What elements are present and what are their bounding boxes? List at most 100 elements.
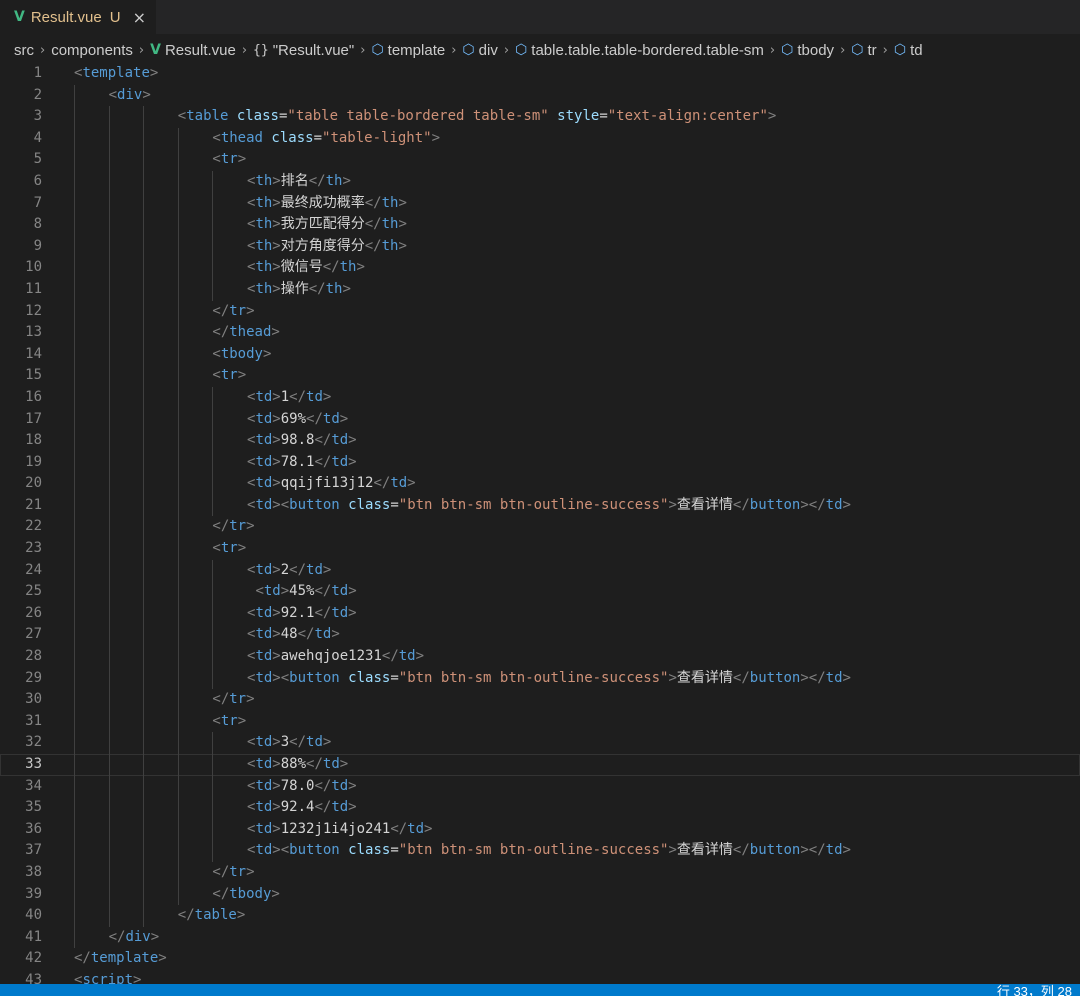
indent-guide — [143, 818, 145, 841]
indent-guide — [177, 689, 179, 711]
code-line[interactable]: 8 <th>我方匹配得分</th> — [0, 214, 1080, 236]
indent-guide — [212, 494, 214, 517]
code-line[interactable]: 32 <td>3</td> — [0, 732, 1080, 754]
line-number: 9 — [33, 237, 42, 254]
code-token-tag: th — [339, 259, 357, 276]
code-line[interactable]: 10 <th>微信号</th> — [0, 257, 1080, 279]
breadcrumb-item-module[interactable]: {} "Result.vue" — [253, 42, 354, 59]
close-icon[interactable]: × — [133, 8, 146, 27]
code-line[interactable]: 11 <th>操作</th> — [0, 278, 1080, 301]
breadcrumb-item-template[interactable]: ⬡ template — [371, 42, 445, 59]
line-number: 13 — [25, 324, 42, 341]
indent-guide — [143, 300, 145, 323]
code-token-punc: > — [150, 928, 160, 945]
breadcrumb-item-components[interactable]: components — [51, 42, 133, 59]
line-number: 4 — [33, 129, 42, 146]
code-line[interactable]: 7 <th>最终成功概率</th> — [0, 192, 1080, 215]
code-line[interactable]: 41 </div> — [0, 926, 1080, 949]
code-token-tag: template — [82, 65, 150, 81]
code-line[interactable]: 19 <td>78.1</td> — [0, 451, 1080, 474]
code-line[interactable]: 6 <th>排名</th> — [0, 170, 1080, 193]
code-line[interactable]: 16 <td>1</td> — [0, 386, 1080, 409]
code-token-tag: tr — [220, 712, 238, 729]
code-line[interactable]: 15 <tr> — [0, 365, 1080, 387]
code-token-tag: td — [255, 648, 273, 665]
code-line[interactable]: 4 <thead class="table-light"> — [0, 127, 1080, 150]
breadcrumb-item-file[interactable]: V Result.vue — [150, 42, 236, 59]
code-text: <tr> — [212, 538, 246, 560]
status-bar: 行 33，列 28 — [0, 984, 1080, 996]
indent-guide — [143, 538, 145, 560]
code-line[interactable]: 31 <tr> — [0, 710, 1080, 733]
indent-guide — [108, 127, 110, 150]
code-token-tag: td — [306, 734, 323, 751]
breadcrumb-item-div[interactable]: ⬡ div — [462, 42, 497, 59]
code-line[interactable]: 38 </tr> — [0, 861, 1080, 884]
cube-icon: ⬡ — [851, 42, 864, 58]
code-line[interactable]: 37 <td><button class="btn btn-sm btn-outl… — [0, 840, 1080, 862]
breadcrumb-item-tr[interactable]: ⬡ tr — [851, 42, 876, 59]
code-line[interactable]: 42 </template> — [0, 948, 1080, 970]
code-line[interactable]: 33 <td>88%</td> — [0, 754, 1080, 776]
code-token-tag: td — [255, 777, 273, 794]
code-line[interactable]: 30 </tr> — [0, 689, 1080, 711]
breadcrumb-item-td[interactable]: ⬡ td — [894, 42, 923, 59]
code-token-punc: > — [272, 216, 281, 233]
code-line[interactable]: 39 </tbody> — [0, 883, 1080, 906]
code-token-punc: > — [842, 842, 851, 859]
code-line[interactable]: 9 <th>对方角度得分</th> — [0, 235, 1080, 258]
breadcrumb-item-table[interactable]: ⬡ table.table.table-bordered.table-sm — [515, 42, 764, 59]
code-token-tag: th — [255, 259, 273, 276]
code-line[interactable]: 14 <tbody> — [0, 343, 1080, 366]
code-text: </tbody> — [212, 884, 279, 906]
code-line[interactable]: 25 <td>45%</td> — [0, 581, 1080, 603]
breadcrumb-item-src[interactable]: src — [14, 42, 34, 59]
code-line[interactable]: 22 </tr> — [0, 516, 1080, 539]
code-line[interactable]: 12 </tr> — [0, 300, 1080, 323]
code-editor[interactable]: 1 <template> 2 <div> 3 <table class="table ta… — [0, 63, 1080, 984]
code-line[interactable]: 3 <table class = "table table-bordered tabl… — [0, 106, 1080, 128]
code-line[interactable]: 18 <td>98.8</td> — [0, 430, 1080, 452]
code-line[interactable]: 20 <td>qqijfi13j12</td> — [0, 473, 1080, 495]
code-line[interactable]: 21 <td><button class="btn btn-sm btn-outl… — [0, 494, 1080, 517]
code-token-tag: td — [255, 842, 273, 859]
indent-guide — [143, 797, 145, 819]
code-line[interactable]: 35 <td>92.4</td> — [0, 797, 1080, 819]
code-line[interactable]: 29 <td><button class="btn btn-sm btn-outl… — [0, 667, 1080, 690]
code-line[interactable]: 5 <tr> — [0, 149, 1080, 171]
breadcrumb-item-tbody[interactable]: ⬡ tbody — [781, 42, 834, 59]
code-line[interactable]: 26 <td>92.1</td> — [0, 602, 1080, 625]
code-line[interactable]: 1 <template> — [0, 63, 1080, 85]
code-token-punc: < — [212, 367, 221, 384]
code-line[interactable]: 17 <td>69%</td> — [0, 408, 1080, 431]
code-token-txt: 45% — [289, 583, 315, 600]
code-token-punc: > — [237, 540, 247, 557]
tab-result-vue[interactable]: V Result.vue U × — [0, 0, 156, 34]
code-token-punc: > — [272, 388, 281, 405]
code-token-tag: div — [125, 928, 151, 945]
code-token-attr: class — [348, 669, 391, 686]
code-token-punc: > — [272, 604, 281, 621]
code-line[interactable]: 27 <td>48</td> — [0, 624, 1080, 647]
indent-guide — [177, 322, 179, 344]
code-line[interactable]: 24 <td>2</td> — [0, 559, 1080, 582]
code-line[interactable]: 23 <tr> — [0, 538, 1080, 560]
cursor-position[interactable]: 行 33，列 28 — [997, 985, 1072, 996]
code-token-txt: 操作 — [280, 280, 309, 297]
chevron-right-icon: › — [138, 42, 145, 58]
code-line[interactable]: 13 </thead> — [0, 322, 1080, 344]
code-line[interactable]: 2 <div> — [0, 84, 1080, 107]
code-line[interactable]: 34 <td>78.0</td> — [0, 775, 1080, 798]
code-token-tag: template — [90, 950, 159, 967]
code-token-punc: > — [407, 475, 416, 492]
code-line[interactable]: 36 <td>1232j1i4jo241</td> — [0, 818, 1080, 841]
indent-guide — [212, 473, 214, 495]
code-token-punc: </ — [289, 734, 307, 751]
indent-guide — [108, 775, 110, 798]
code-line[interactable]: 28 <td>awehqjoe1231</td> — [0, 646, 1080, 668]
code-text: <th>对方角度得分</th> — [247, 236, 407, 258]
code-line[interactable]: 40 </table> — [0, 905, 1080, 927]
code-text: </tr> — [212, 516, 254, 538]
indent-guide — [74, 192, 75, 215]
code-line[interactable]: 43 <script> — [0, 970, 1080, 984]
